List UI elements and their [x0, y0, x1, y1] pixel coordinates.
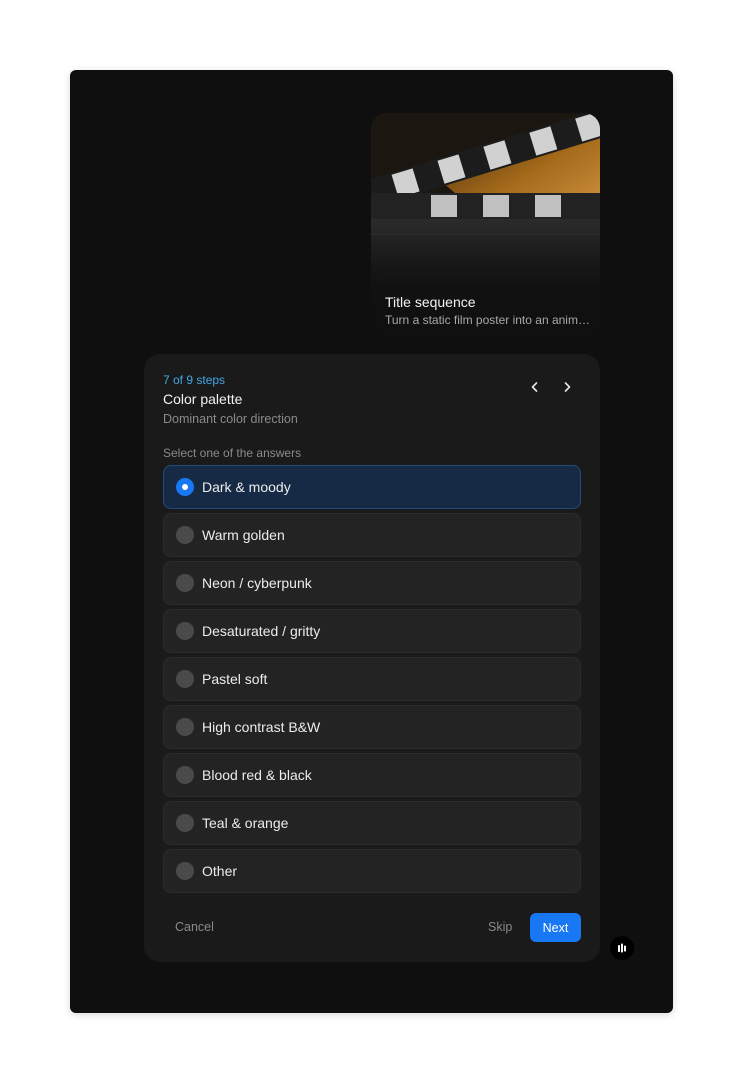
option-label: Pastel soft [202, 671, 268, 687]
option-pastel-soft[interactable]: Pastel soft [163, 657, 581, 701]
option-label: Warm golden [202, 527, 285, 543]
app-frame: Title sequence Turn a static film poster… [70, 70, 673, 1013]
radio-empty-icon [176, 718, 194, 736]
radio-empty-icon [176, 622, 194, 640]
option-label: Teal & orange [202, 815, 289, 831]
media-card-title: Title sequence [385, 294, 476, 310]
radio-empty-icon [176, 766, 194, 784]
option-label: Other [202, 863, 238, 879]
next-step-button[interactable] [556, 376, 578, 398]
radio-empty-icon [176, 814, 194, 832]
question-title: Color palette [163, 391, 243, 407]
option-label: Neon / cyberpunk [202, 575, 312, 591]
media-card[interactable]: Title sequence Turn a static film poster… [371, 113, 600, 342]
radio-empty-icon [176, 574, 194, 592]
radio-empty-icon [176, 862, 194, 880]
step-indicator: 7 of 9 steps [163, 373, 226, 387]
skip-button[interactable]: Skip [488, 920, 512, 934]
next-button[interactable]: Next [530, 913, 581, 942]
option-label: Desaturated / gritty [202, 623, 321, 639]
radio-empty-icon [176, 526, 194, 544]
assistant-fab-button[interactable] [610, 936, 634, 960]
answer-options: Dark & moody Warm golden Neon / cyberpun… [163, 465, 581, 897]
previous-step-button[interactable] [524, 376, 546, 398]
option-label: Dark & moody [202, 479, 291, 495]
option-teal-orange[interactable]: Teal & orange [163, 801, 581, 845]
question-panel: 7 of 9 steps Color palette Dominant colo… [144, 354, 600, 962]
option-other[interactable]: Other [163, 849, 581, 893]
media-card-subtitle: Turn a static film poster into an animat… [385, 313, 590, 327]
cancel-button[interactable]: Cancel [175, 920, 214, 934]
radio-selected-icon [176, 478, 194, 496]
question-subtitle: Dominant color direction [163, 412, 298, 426]
option-dark-moody[interactable]: Dark & moody [163, 465, 581, 509]
option-label: High contrast B&W [202, 719, 321, 735]
option-neon-cyberpunk[interactable]: Neon / cyberpunk [163, 561, 581, 605]
option-warm-golden[interactable]: Warm golden [163, 513, 581, 557]
option-label: Blood red & black [202, 767, 312, 783]
radio-empty-icon [176, 670, 194, 688]
answer-instruction: Select one of the answers [163, 446, 302, 460]
option-blood-red-black[interactable]: Blood red & black [163, 753, 581, 797]
chevron-right-icon [564, 382, 571, 392]
option-desaturated-gritty[interactable]: Desaturated / gritty [163, 609, 581, 653]
chevron-left-icon [531, 382, 538, 392]
option-high-contrast-bw[interactable]: High contrast B&W [163, 705, 581, 749]
audio-bars-icon [618, 943, 626, 953]
